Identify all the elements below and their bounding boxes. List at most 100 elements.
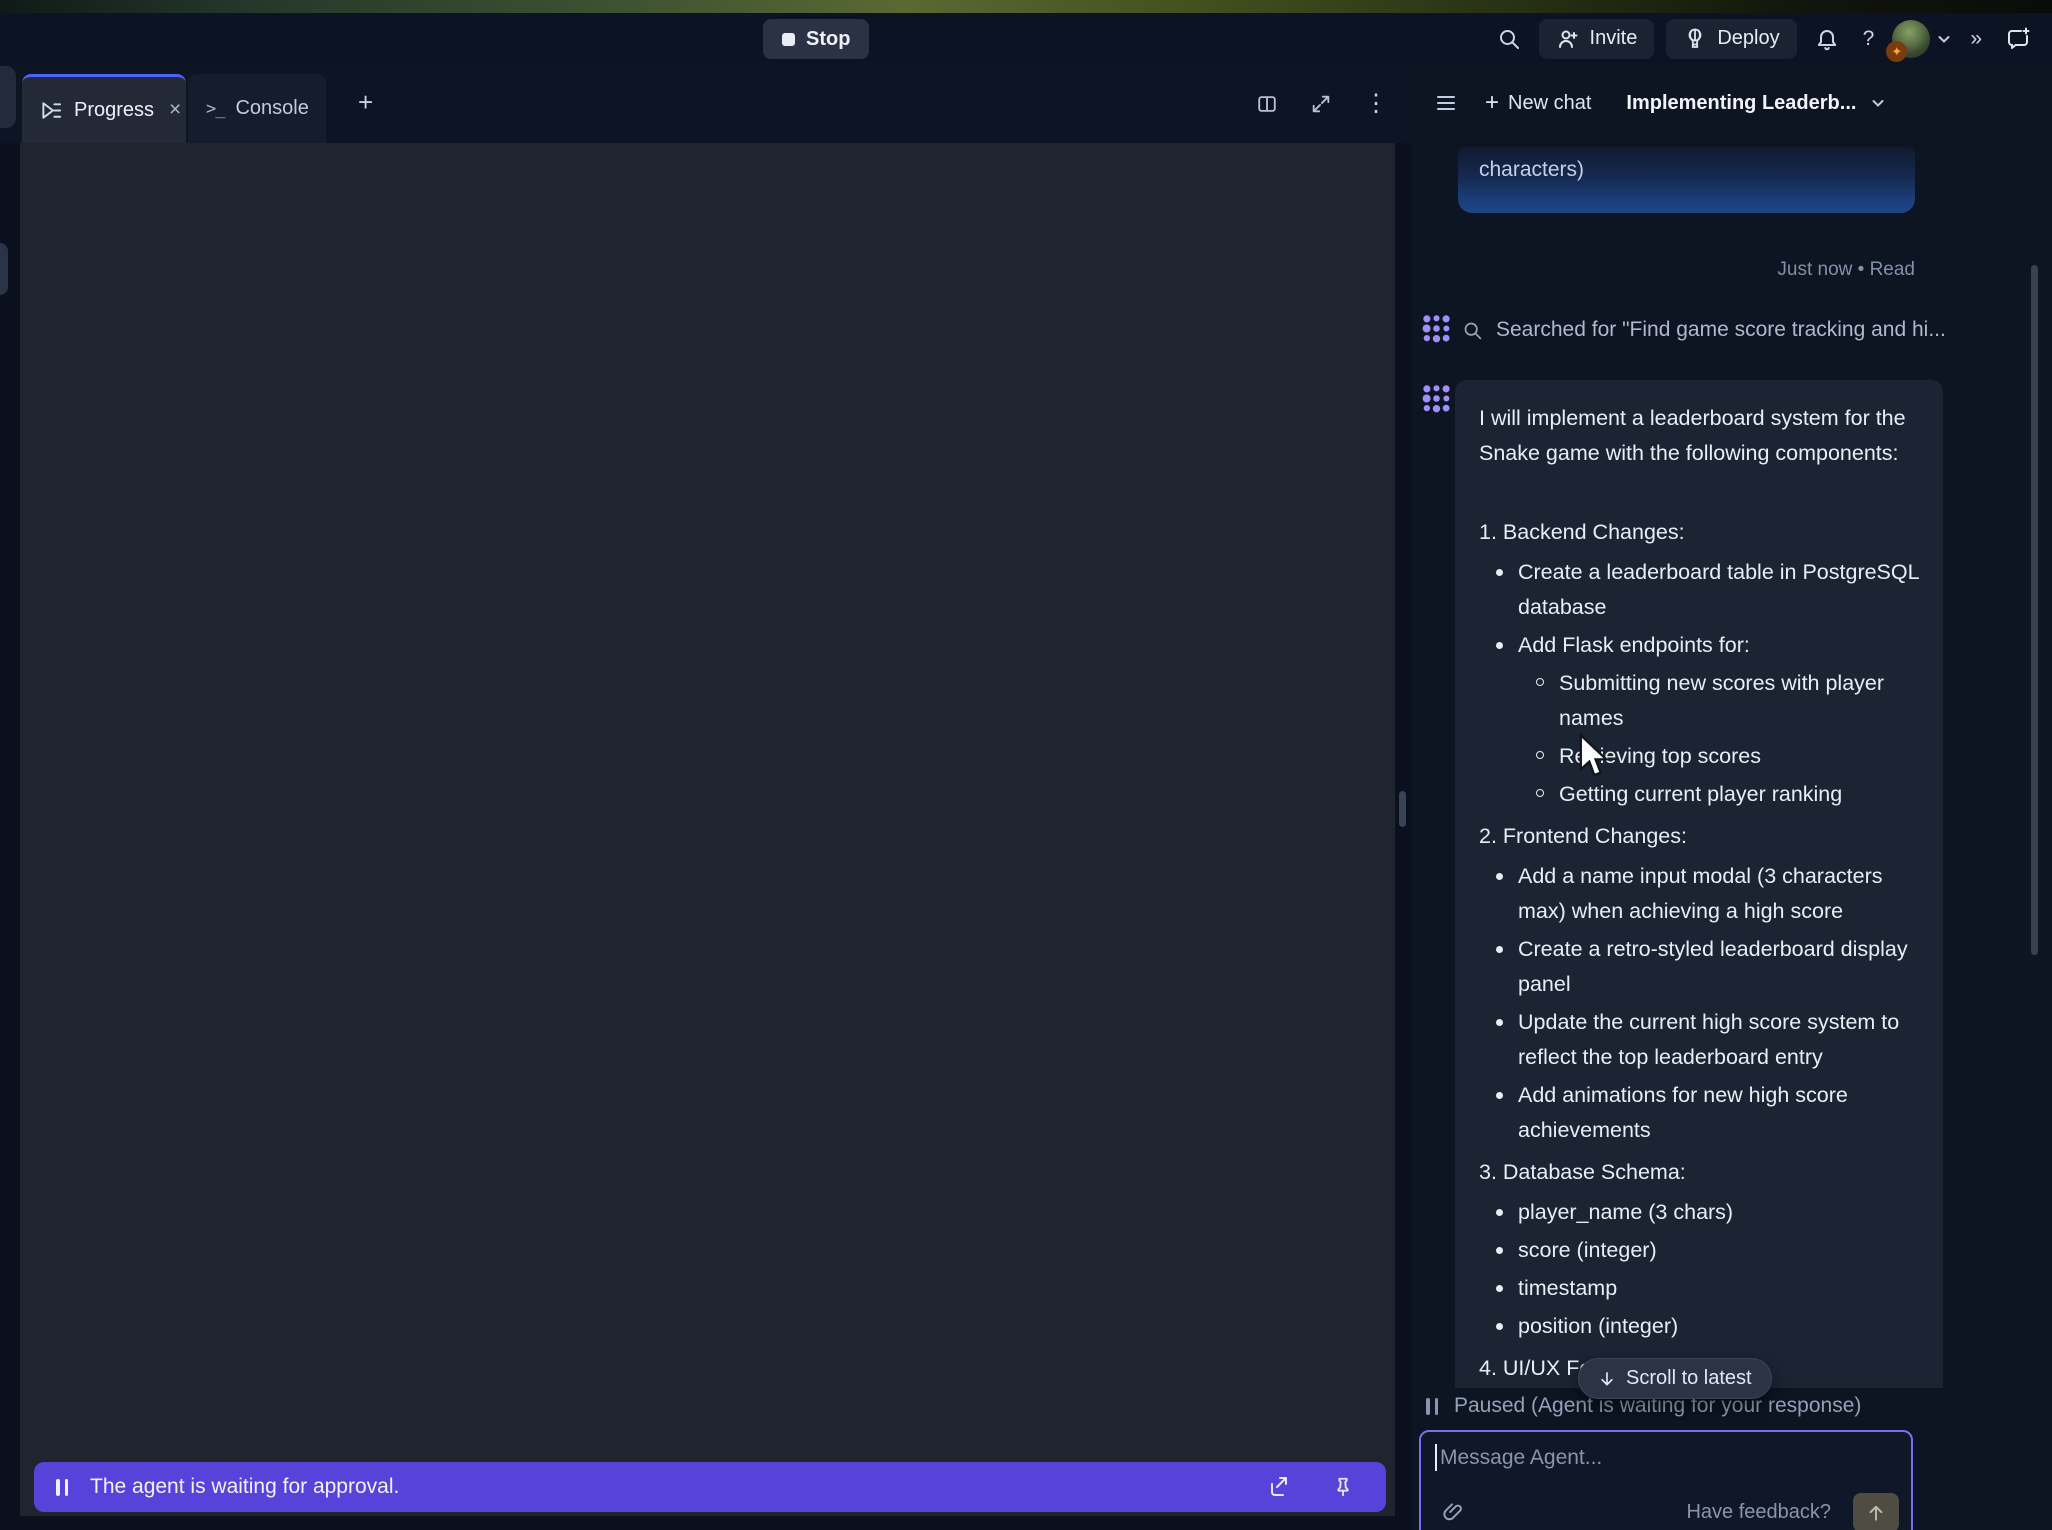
- text-caret: [1435, 1444, 1437, 1471]
- approval-banner-text: The agent is waiting for approval.: [90, 1475, 399, 1499]
- message-block: timestamp: [1479, 1271, 1919, 1306]
- invite-label: Invite: [1590, 27, 1638, 50]
- attach-file-button[interactable]: [1436, 1495, 1471, 1530]
- add-tab-button[interactable]: +: [352, 86, 379, 119]
- bullet-icon: [1536, 789, 1544, 797]
- chevron-down-icon: [1870, 95, 1886, 111]
- bell-icon: [1815, 27, 1839, 51]
- deploy-button[interactable]: Deploy: [1666, 19, 1796, 59]
- chat-scrollbar-thumb[interactable]: [2031, 265, 2038, 955]
- overflow-chevrons-button[interactable]: »: [1964, 21, 1988, 57]
- mouse-cursor: [1578, 733, 1612, 783]
- list-item-text: Create a retro-styled leaderboard displa…: [1518, 932, 1919, 1002]
- agent-action-row[interactable]: Searched for "Find game score tracking a…: [1462, 318, 1946, 342]
- workspace-cover-strip: [0, 0, 2052, 13]
- split-view-icon: [1256, 93, 1278, 115]
- pause-icon: [56, 1479, 68, 1496]
- spark-badge-icon: ✦: [1886, 41, 1907, 62]
- message-input[interactable]: Message Agent... Have feedback?: [1419, 1430, 1913, 1530]
- topbar-actions: Invite Deploy ? ✦: [1491, 13, 2038, 64]
- panel-resize-handle[interactable]: [1399, 791, 1406, 827]
- invite-button[interactable]: Invite: [1539, 19, 1655, 59]
- message-block: 2. Frontend Changes:: [1479, 819, 1919, 854]
- double-chevron-icon: »: [1970, 27, 1982, 51]
- banner-actions: [1262, 1469, 1386, 1505]
- list-item-text: position (integer): [1518, 1309, 1678, 1344]
- bullet-icon: [1496, 1247, 1503, 1254]
- bullet-icon: [1496, 642, 1503, 649]
- arrow-up-icon: [1866, 1503, 1886, 1523]
- list-item-text: Add a name input modal (3 characters max…: [1518, 859, 1919, 929]
- bullet-icon: [1536, 751, 1544, 759]
- tab-console[interactable]: >_ Console: [188, 74, 326, 143]
- new-chat-button[interactable]: + New chat: [1481, 87, 1595, 119]
- feedback-link[interactable]: Have feedback?: [1680, 1500, 1837, 1525]
- message-block: Retrieving top scores: [1479, 739, 1919, 774]
- stop-button[interactable]: Stop: [763, 19, 869, 59]
- plus-icon: +: [1485, 91, 1499, 115]
- bullet-icon: [1496, 873, 1503, 880]
- stop-icon: [782, 33, 795, 46]
- open-in-pane-button[interactable]: [1262, 1469, 1298, 1505]
- list-item-text: timestamp: [1518, 1271, 1617, 1306]
- arrow-down-icon: [1598, 1370, 1616, 1388]
- paperclip-icon: [1442, 1501, 1465, 1524]
- bullet-icon: [1496, 569, 1503, 576]
- bullet-icon: [1496, 1019, 1503, 1026]
- pause-icon: [1426, 1398, 1438, 1415]
- tab-progress-label: Progress: [74, 99, 154, 122]
- list-item-text: Add Flask endpoints for:: [1518, 628, 1750, 663]
- bullet-icon: [1496, 1285, 1503, 1292]
- split-view-button[interactable]: [1250, 87, 1284, 121]
- search-icon: [1497, 27, 1521, 51]
- agent-logo-icon: [1420, 382, 1453, 415]
- person-plus-icon: [1556, 27, 1580, 51]
- pin-button[interactable]: [1326, 1470, 1360, 1504]
- panel-menu-button[interactable]: ⋮: [1358, 83, 1394, 124]
- list-item-text: Update the current high score system to …: [1518, 1005, 1919, 1075]
- progress-panel-content: [20, 143, 1395, 1516]
- message-block: Submitting new scores with player names: [1479, 666, 1919, 736]
- chat-history-button[interactable]: [1428, 85, 1464, 121]
- notifications-button[interactable]: [1809, 21, 1845, 57]
- list-item-text: Add animations for new high score achiev…: [1518, 1078, 1919, 1148]
- message-block: position (integer): [1479, 1309, 1919, 1344]
- open-external-icon: [1268, 1475, 1292, 1499]
- message-block: 1. Backend Changes:: [1479, 515, 1919, 550]
- new-comment-button[interactable]: [2000, 20, 2038, 58]
- message-block: Add a name input modal (3 characters max…: [1479, 859, 1919, 929]
- app-window: Stop Invite Deploy: [0, 0, 2052, 1530]
- message-block: score (integer): [1479, 1233, 1919, 1268]
- bullet-icon: [1496, 1092, 1503, 1099]
- message-meta: Just now • Read: [1777, 259, 1915, 281]
- bullet-icon: [1496, 946, 1503, 953]
- list-item-text: Submitting new scores with player names: [1559, 666, 1919, 736]
- tab-progress[interactable]: Progress ×: [22, 74, 186, 143]
- scroll-to-latest-label: Scroll to latest: [1626, 1367, 1752, 1390]
- tab-console-label: Console: [235, 97, 308, 120]
- message-block: player_name (3 chars): [1479, 1195, 1919, 1230]
- message-block: Getting current player ranking: [1479, 777, 1919, 812]
- search-button[interactable]: [1491, 21, 1527, 57]
- input-placeholder: Message Agent...: [1440, 1446, 1602, 1470]
- collapsed-rail-pill[interactable]: [0, 243, 8, 295]
- top-bar: Stop Invite Deploy: [0, 13, 2052, 64]
- help-button[interactable]: ?: [1857, 21, 1881, 57]
- user-message-bubble: characters): [1458, 147, 1915, 213]
- chat-message-list[interactable]: characters) Just now • Read Searched for…: [1412, 142, 2052, 1388]
- scroll-to-latest-button[interactable]: Scroll to latest: [1578, 1358, 1772, 1399]
- agent-chat-panel: + New chat Implementing Leaderb... chara…: [1412, 64, 2052, 1530]
- deploy-icon: [1683, 27, 1707, 51]
- close-tab-icon[interactable]: ×: [169, 98, 181, 122]
- message-block: Create a leaderboard table in PostgreSQL…: [1479, 555, 1919, 625]
- collapsed-sidebar-notch: [0, 66, 16, 128]
- expand-panel-button[interactable]: [1304, 87, 1338, 121]
- terminal-icon: >_: [206, 99, 224, 119]
- account-menu[interactable]: ✦: [1892, 20, 1952, 58]
- panel-controls: ⋮: [1250, 64, 1394, 143]
- deploy-label: Deploy: [1717, 27, 1779, 50]
- chat-title-dropdown[interactable]: Implementing Leaderb...: [1620, 91, 1892, 116]
- send-button[interactable]: [1853, 1493, 1899, 1530]
- message-block: Add Flask endpoints for:: [1479, 628, 1919, 663]
- message-block: Add animations for new high score achiev…: [1479, 1078, 1919, 1148]
